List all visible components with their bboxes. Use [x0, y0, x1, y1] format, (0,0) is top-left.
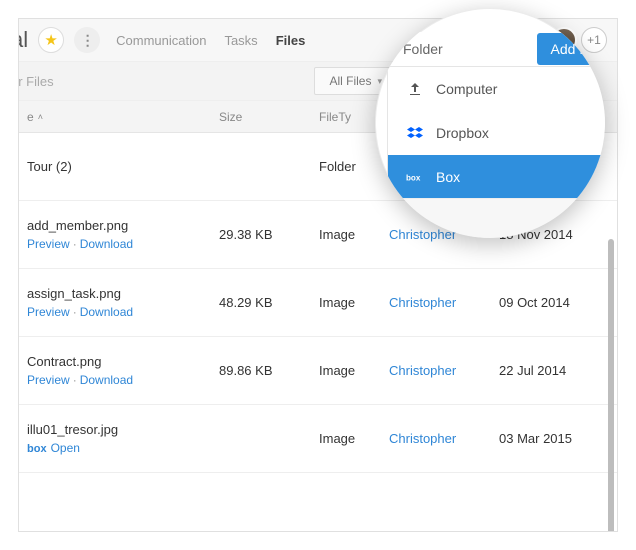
add-file-button[interactable]: Add Fi — [537, 33, 605, 65]
box-icon: box — [406, 171, 424, 183]
table-row[interactable]: illu01_tresor.jpgbox Open ImageChristopher… — [19, 405, 617, 473]
file-name: assign_task.png — [27, 286, 219, 301]
download-link[interactable]: Download — [80, 237, 133, 251]
preview-link[interactable]: Preview — [27, 237, 70, 251]
open-link[interactable]: Open — [51, 441, 80, 455]
folder-label: Folder — [403, 41, 443, 57]
table-row[interactable]: Contract.pngPreview·Download89.86 KBImag… — [19, 337, 617, 405]
more-icon: ⋮ — [81, 32, 94, 49]
file-name: illu01_tresor.jpg — [27, 422, 219, 437]
file-size: 89.86 KB — [219, 363, 319, 378]
more-button[interactable]: ⋮ — [74, 27, 100, 53]
zoom-lens: Folder Add Fi ifiedE Computer Dropb — [375, 8, 605, 238]
tab-files[interactable]: Files — [276, 33, 306, 48]
modified-by[interactable]: Christopher — [389, 363, 499, 378]
tabs: Communication Tasks Files — [116, 33, 305, 48]
menu-item-box[interactable]: box Box — [388, 155, 605, 199]
table-row[interactable]: assign_task.pngPreview·Download48.29 KBI… — [19, 269, 617, 337]
dropbox-icon — [406, 125, 424, 141]
tab-communication[interactable]: Communication — [116, 33, 206, 48]
file-type: Image — [319, 363, 389, 378]
modified-by[interactable]: Christopher — [389, 295, 499, 310]
scrollbar-thumb[interactable] — [608, 239, 614, 532]
col-size[interactable]: Size — [219, 110, 319, 124]
upload-icon — [406, 81, 424, 97]
menu-item-computer[interactable]: Computer — [388, 67, 605, 111]
modified-link-fragment[interactable]: stoph — [381, 208, 413, 223]
file-size: 48.29 KB — [219, 295, 319, 310]
tab-tasks[interactable]: Tasks — [224, 33, 257, 48]
search-input[interactable] — [18, 62, 314, 100]
file-type: Image — [319, 295, 389, 310]
page-title: al — [18, 27, 28, 53]
scrollbar-track[interactable] — [608, 149, 614, 523]
svg-text:box: box — [406, 174, 421, 183]
preview-link[interactable]: Preview — [27, 305, 70, 319]
download-link[interactable]: Download — [80, 373, 133, 387]
sort-asc-icon: ˄ — [38, 112, 43, 122]
star-button[interactable]: ★ — [38, 27, 64, 53]
col-name[interactable]: e ˄ — [19, 110, 219, 124]
download-link[interactable]: Download — [80, 305, 133, 319]
box-icon: box — [27, 443, 47, 455]
modified-by[interactable]: Christopher — [389, 431, 499, 446]
file-name: add_member.png — [27, 218, 219, 233]
add-source-menu: Computer Dropbox box Box — [387, 66, 605, 200]
file-name: Tour (2) — [27, 159, 219, 174]
preview-link[interactable]: Preview — [27, 373, 70, 387]
file-type: Image — [319, 431, 389, 446]
file-date: 22 Jul 2014 — [499, 363, 617, 378]
filter-label: All Files — [329, 74, 371, 88]
file-date: 03 Mar 2015 — [499, 431, 617, 446]
file-size: 29.38 KB — [219, 227, 319, 242]
menu-item-dropbox[interactable]: Dropbox — [388, 111, 605, 155]
star-icon: ★ — [44, 31, 57, 49]
file-date: 09 Oct 2014 — [499, 295, 617, 310]
file-name: Contract.png — [27, 354, 219, 369]
